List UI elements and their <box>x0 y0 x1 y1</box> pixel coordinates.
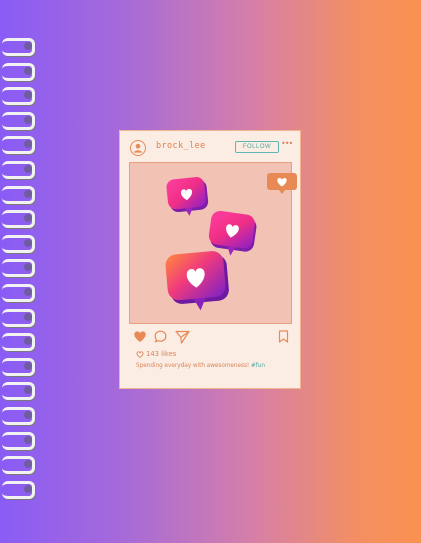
spiral-ring <box>0 284 35 302</box>
spiral-ring <box>0 62 35 81</box>
spiral-ring <box>0 382 35 401</box>
avatar[interactable] <box>130 140 146 156</box>
notification-heart-icon <box>267 173 297 194</box>
username[interactable]: brock_lee <box>156 141 206 151</box>
comment-icon[interactable] <box>154 330 167 343</box>
spiral-ring <box>0 87 35 106</box>
spiral-ring <box>0 111 35 130</box>
spiral-ring <box>0 456 35 475</box>
heart-outline-icon <box>136 351 144 358</box>
spiral-ring <box>0 259 35 278</box>
caption-hashtag[interactable]: #fun <box>251 363 265 369</box>
heart-icon[interactable] <box>133 330 147 343</box>
like-bubble-large <box>165 251 229 311</box>
more-options-icon[interactable]: ••• <box>281 139 293 148</box>
spiral-ring <box>0 161 35 179</box>
instagram-post-card: brock_lee FOLLOW ••• 143 likes Spending … <box>119 130 301 389</box>
caption-text: Spending everyday with awesomeness! <box>136 363 250 369</box>
likes-text: 143 likes <box>146 350 177 358</box>
spiral-ring <box>0 136 35 155</box>
bookmark-icon[interactable] <box>278 330 289 343</box>
send-icon[interactable] <box>175 330 190 344</box>
spiral-ring <box>0 308 35 327</box>
user-icon <box>133 143 143 153</box>
like-bubble-small <box>166 177 209 216</box>
spiral-binding <box>0 38 40 508</box>
post-actions <box>120 330 300 346</box>
spiral-ring <box>0 407 35 425</box>
post-header: brock_lee FOLLOW ••• <box>120 131 300 161</box>
spiral-ring <box>0 357 35 376</box>
spiral-ring <box>0 210 35 229</box>
spiral-ring <box>0 38 35 56</box>
follow-button[interactable]: FOLLOW <box>235 141 279 153</box>
spiral-ring <box>0 431 35 450</box>
spiral-ring <box>0 234 35 253</box>
post-caption: Spending everyday with awesomeness! #fun <box>136 363 265 369</box>
spiral-ring <box>0 480 35 499</box>
spiral-ring <box>0 333 35 352</box>
spiral-ring <box>0 185 35 204</box>
